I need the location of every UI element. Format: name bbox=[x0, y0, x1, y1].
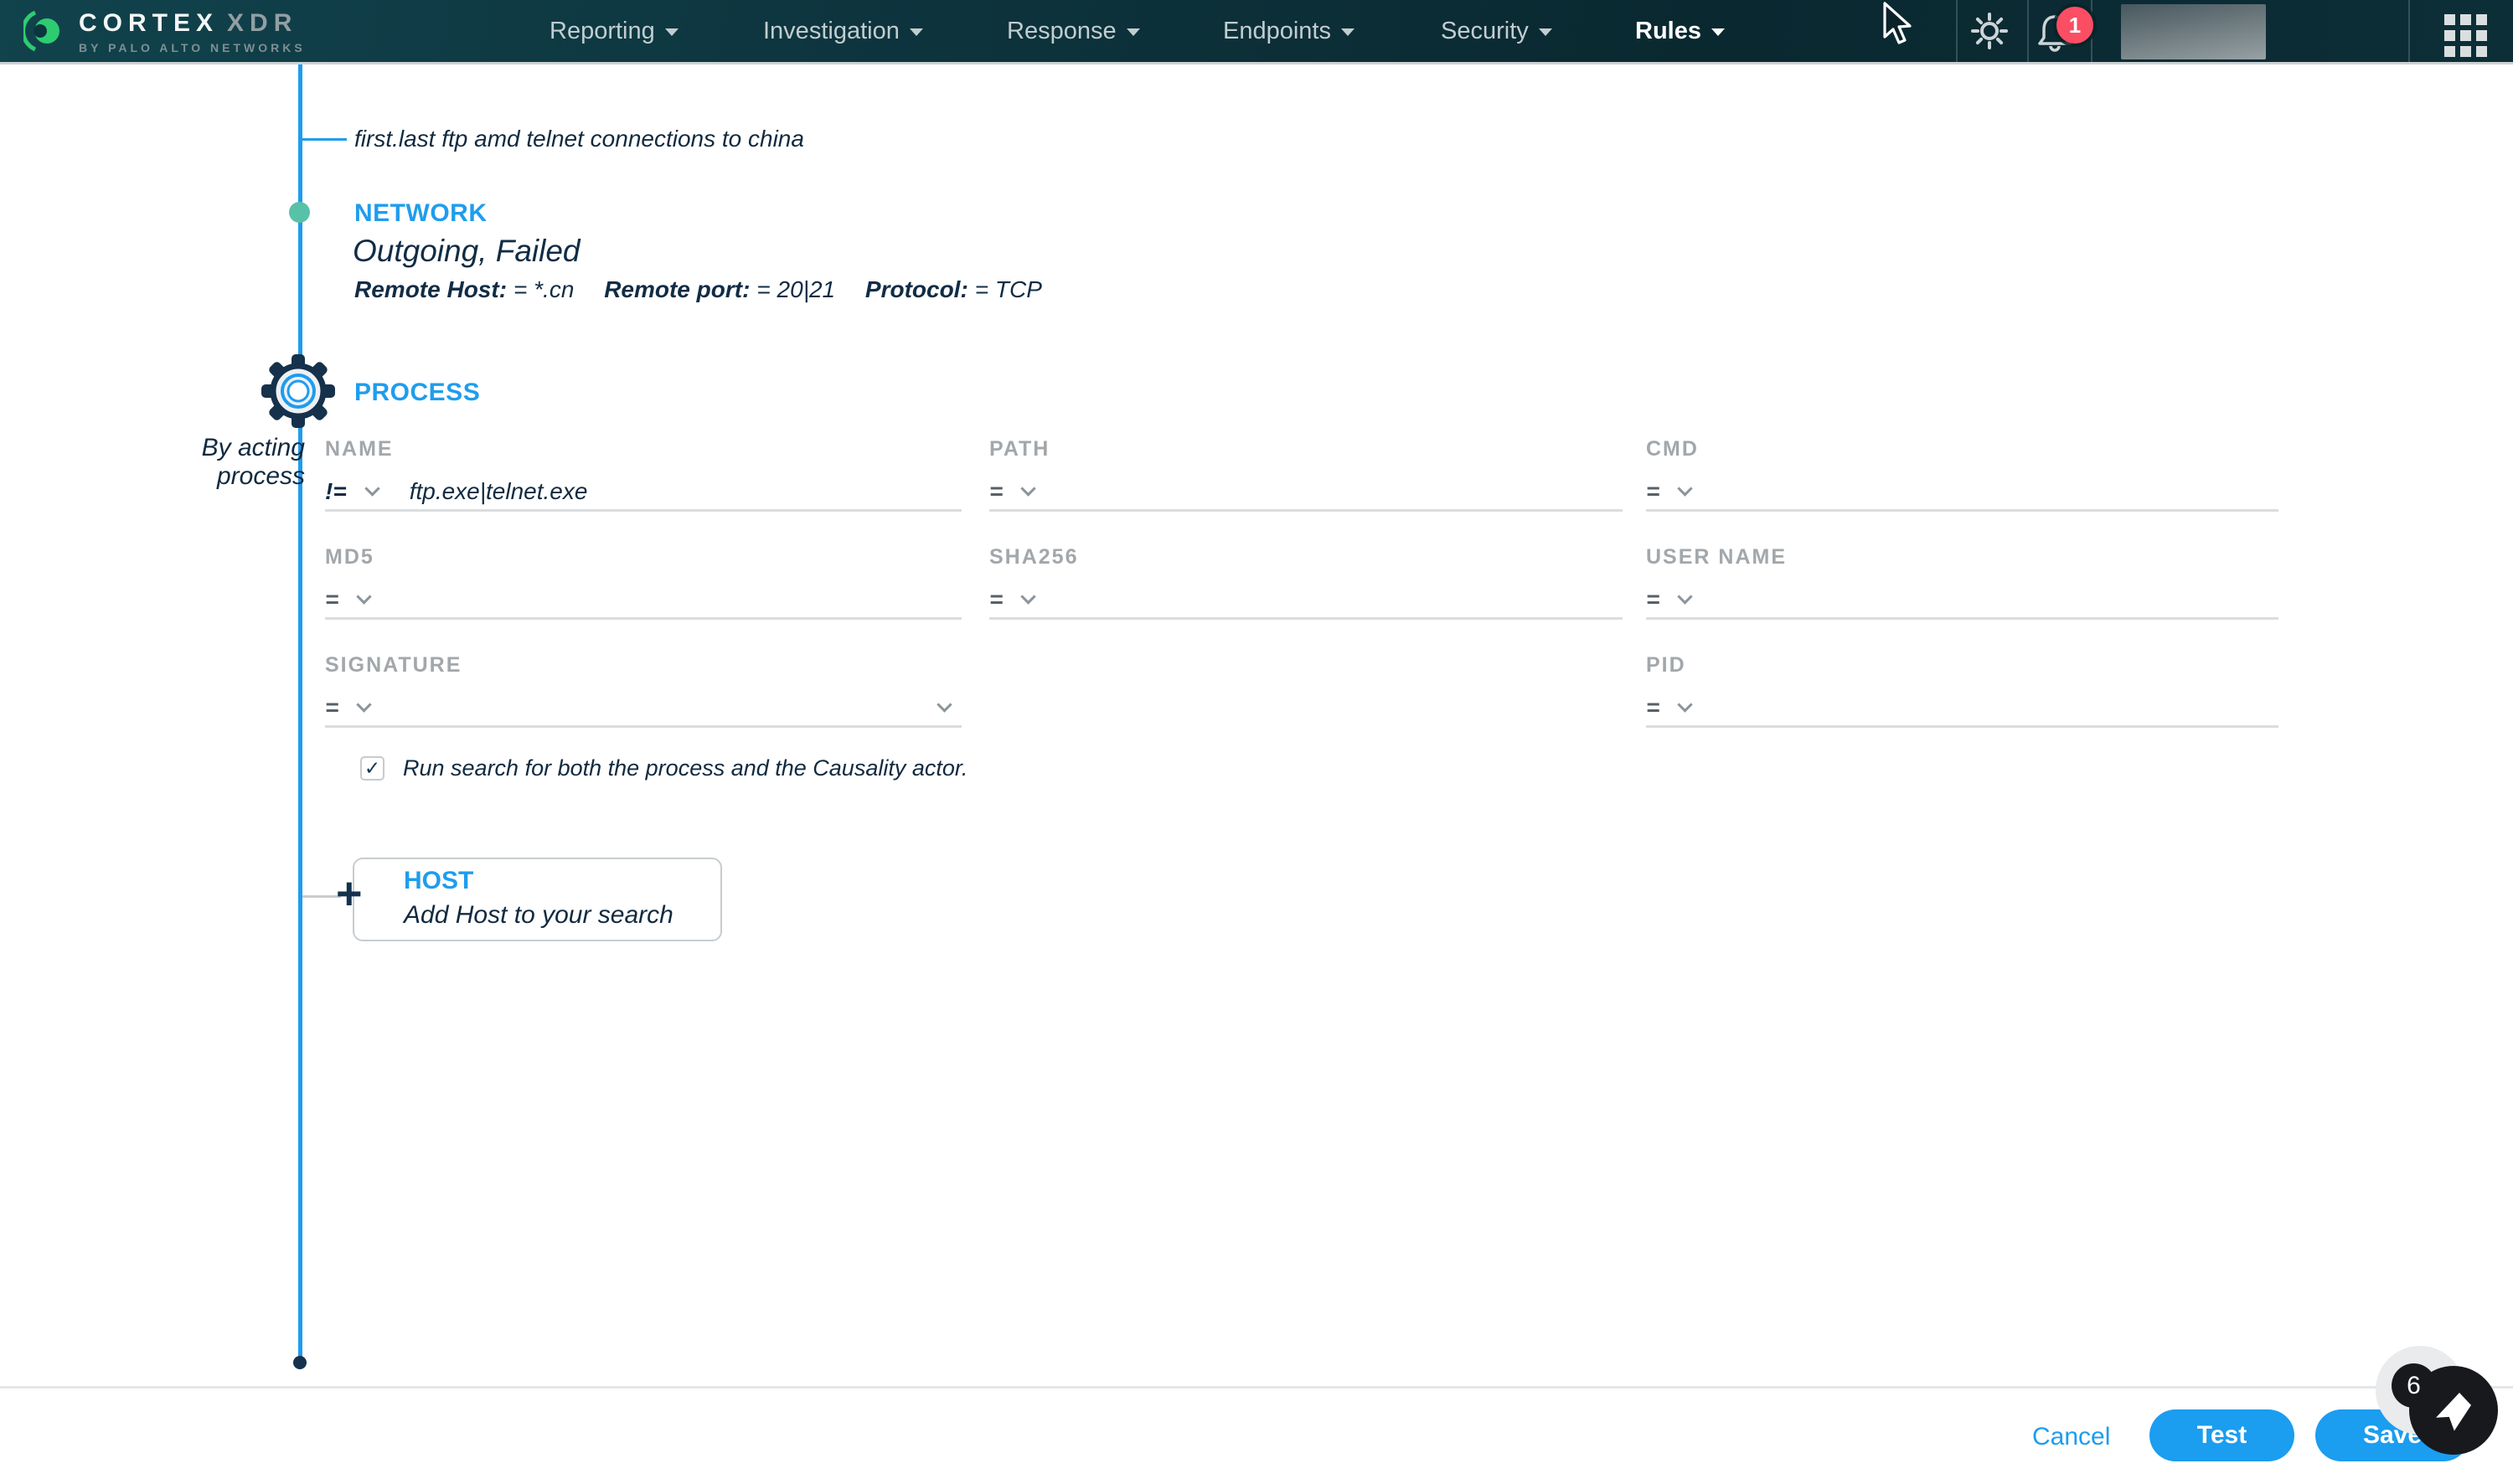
field-name: NAME != ftp.exe|telnet.exe bbox=[325, 437, 962, 512]
field-md5: MD5 = bbox=[325, 545, 962, 620]
operator-select[interactable]: = bbox=[989, 586, 1003, 613]
chevron-down-icon bbox=[1711, 28, 1725, 36]
causality-checkbox-row: ✓ Run search for both the process and th… bbox=[360, 755, 968, 781]
field-md5-input[interactable]: = bbox=[325, 581, 962, 620]
nav-item-investigation[interactable]: Investigation bbox=[763, 0, 923, 62]
field-sha256: SHA256 = bbox=[989, 545, 1623, 620]
assistant-widget-count[interactable]: 6 bbox=[2392, 1363, 2436, 1408]
chevron-down-icon[interactable] bbox=[1020, 589, 1037, 605]
field-user-name-label: USER NAME bbox=[1646, 545, 1788, 569]
nav-item-reporting[interactable]: Reporting bbox=[550, 0, 679, 62]
rule-title-connector bbox=[300, 138, 347, 141]
field-signature-label: SIGNATURE bbox=[325, 653, 462, 677]
chevron-down-icon[interactable] bbox=[356, 697, 373, 713]
field-pid: PID = bbox=[1646, 653, 2278, 728]
field-md5-label: MD5 bbox=[325, 545, 374, 569]
operator-select[interactable]: = bbox=[1646, 586, 1659, 613]
network-summary: Outgoing, Failed bbox=[353, 234, 581, 268]
nav-item-security[interactable]: Security bbox=[1441, 0, 1552, 62]
assistant-flag-icon bbox=[2436, 1393, 2471, 1431]
brand-tagline: BY PALO ALTO NETWORKS bbox=[79, 41, 306, 54]
field-signature: SIGNATURE = bbox=[325, 653, 962, 728]
field-cmd-label: CMD bbox=[1646, 437, 1699, 461]
causality-checkbox[interactable]: ✓ bbox=[360, 756, 384, 781]
nav-separator bbox=[2027, 0, 2029, 62]
cortex-logo-icon bbox=[23, 10, 59, 52]
footer-divider bbox=[0, 1386, 2513, 1389]
process-heading[interactable]: PROCESS bbox=[354, 379, 480, 407]
field-name-label: NAME bbox=[325, 437, 394, 461]
chevron-down-icon[interactable] bbox=[1677, 589, 1694, 605]
criterion-remote-host: Remote Host: = *.cn bbox=[354, 276, 575, 302]
field-name-input[interactable]: != ftp.exe|telnet.exe bbox=[325, 473, 962, 512]
timeline-end-dot bbox=[293, 1356, 307, 1369]
timeline-line bbox=[298, 64, 302, 1362]
field-cmd-input[interactable]: = bbox=[1646, 473, 2278, 512]
settings-gear-icon[interactable] bbox=[1970, 12, 2009, 50]
operator-select[interactable]: = bbox=[989, 478, 1003, 505]
field-cmd: CMD = bbox=[1646, 437, 2278, 512]
chevron-down-icon[interactable] bbox=[356, 589, 373, 605]
user-account-redacted[interactable] bbox=[2121, 4, 2266, 59]
field-signature-select[interactable]: = bbox=[325, 689, 962, 728]
process-node-gear-icon[interactable] bbox=[261, 353, 336, 429]
chevron-down-icon[interactable] bbox=[937, 697, 952, 713]
field-pid-input[interactable]: = bbox=[1646, 689, 2278, 728]
network-criteria: Remote Host: = *.cn Remote port: = 20|21 P… bbox=[354, 276, 1066, 303]
causality-checkbox-label[interactable]: Run search for both the process and the … bbox=[403, 755, 968, 781]
field-name-value[interactable]: ftp.exe|telnet.exe bbox=[410, 478, 588, 505]
operator-select[interactable]: = bbox=[325, 694, 338, 721]
nav-item-endpoints[interactable]: Endpoints bbox=[1223, 0, 1355, 62]
top-nav-bar: CORTEX XDR BY PALO ALTO NETWORKS Reportin… bbox=[0, 0, 2513, 64]
operator-select[interactable]: != bbox=[325, 478, 347, 505]
operator-select[interactable]: = bbox=[325, 586, 338, 613]
chevron-down-icon bbox=[1538, 28, 1552, 36]
criterion-remote-port: Remote port: = 20|21 bbox=[604, 276, 836, 302]
chevron-down-icon[interactable] bbox=[364, 481, 380, 497]
brand-logo[interactable]: CORTEX XDR BY PALO ALTO NETWORKS bbox=[23, 9, 306, 54]
field-path-input[interactable]: = bbox=[989, 473, 1623, 512]
network-node-dot bbox=[289, 202, 310, 223]
nav-item-response[interactable]: Response bbox=[1007, 0, 1140, 62]
field-user-name: USER NAME = bbox=[1646, 545, 2278, 620]
field-user-name-input[interactable]: = bbox=[1646, 581, 2278, 620]
operator-select[interactable]: = bbox=[1646, 478, 1659, 505]
chevron-down-icon[interactable] bbox=[1677, 481, 1694, 497]
notification-count-badge[interactable]: 1 bbox=[2056, 7, 2093, 44]
cancel-button[interactable]: Cancel bbox=[2032, 1423, 2110, 1451]
brand-text: CORTEX XDR BY PALO ALTO NETWORKS bbox=[79, 9, 306, 54]
plus-icon[interactable]: + bbox=[336, 868, 363, 920]
chevron-down-icon bbox=[664, 28, 679, 36]
host-card-title[interactable]: HOST bbox=[404, 867, 473, 895]
chevron-down-icon[interactable] bbox=[1677, 697, 1694, 713]
chevron-down-icon[interactable] bbox=[1020, 481, 1037, 497]
nav-item-rules[interactable]: Rules bbox=[1635, 0, 1725, 62]
field-pid-label: PID bbox=[1646, 653, 1686, 677]
chevron-down-icon bbox=[1126, 28, 1140, 36]
chevron-down-icon bbox=[909, 28, 923, 36]
field-sha256-input[interactable]: = bbox=[989, 581, 1623, 620]
app-switcher-grid-icon[interactable] bbox=[2444, 14, 2490, 60]
nav-separator bbox=[1956, 0, 1958, 62]
field-path: PATH = bbox=[989, 437, 1623, 512]
host-card-subtitle[interactable]: Add Host to your search bbox=[404, 901, 673, 930]
nav-separator bbox=[2408, 0, 2410, 62]
checkmark-icon: ✓ bbox=[364, 757, 381, 779]
chevron-down-icon bbox=[1341, 28, 1355, 36]
brand-suffix: XDR bbox=[227, 9, 298, 37]
brand-name: CORTEX bbox=[79, 9, 219, 37]
network-heading[interactable]: NETWORK bbox=[354, 199, 487, 228]
rule-title: first.last ftp amd telnet connections to… bbox=[354, 126, 804, 152]
process-connector-label: By acting process bbox=[201, 434, 305, 490]
criterion-protocol: Protocol: = TCP bbox=[864, 276, 1042, 302]
mouse-cursor bbox=[1883, 2, 1912, 44]
test-button[interactable]: Test bbox=[2149, 1409, 2294, 1461]
field-sha256-label: SHA256 bbox=[989, 545, 1079, 569]
field-path-label: PATH bbox=[989, 437, 1050, 461]
operator-select[interactable]: = bbox=[1646, 694, 1659, 721]
